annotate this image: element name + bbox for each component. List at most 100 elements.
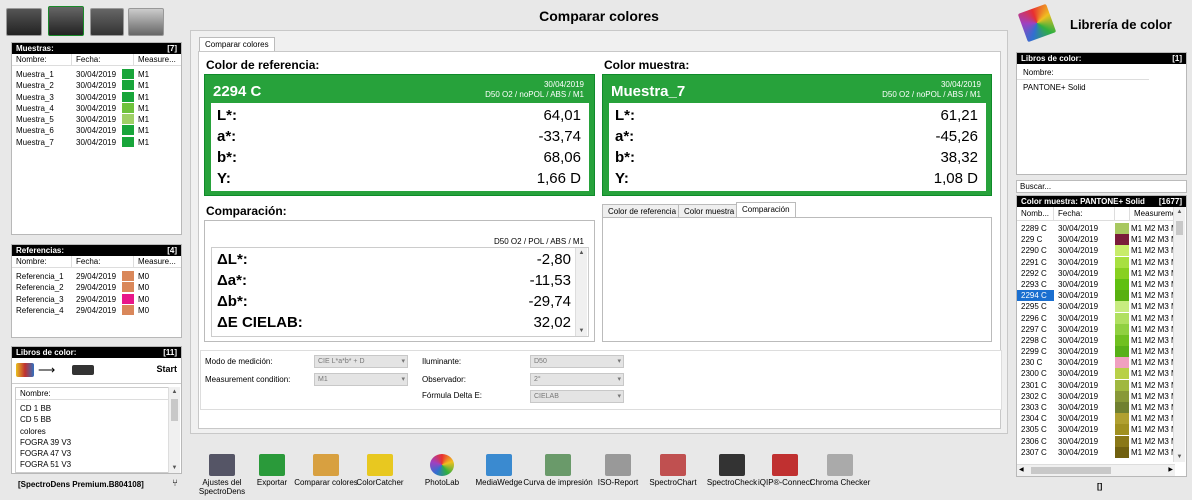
libro-item[interactable]: CD 5 BB (16, 414, 172, 425)
pantone-scrollbar[interactable]: ▲ ▼ (1173, 207, 1185, 462)
tab-comparar-colores[interactable]: Comparar colores (199, 37, 275, 51)
pantone-row[interactable]: 2294 C 30/04/2019 M1 M2 M3 M0 (1017, 290, 1186, 302)
pantone-row[interactable]: 2296 C 30/04/2019 M1 M2 M3 M0 (1017, 312, 1186, 324)
libros-right-header[interactable]: Nombre: (1017, 66, 1149, 80)
color-swatch (1115, 323, 1129, 335)
muestra-row[interactable]: Muestra_6 30/04/2019 M1 (12, 125, 181, 136)
ref-section-title: Color de referencia: (206, 58, 320, 72)
cell-measure: M0 (138, 272, 150, 281)
pantone-hscrollbar[interactable]: ◀ ▶ (1017, 464, 1175, 476)
chroma-checker-button[interactable]: Chroma Checker (805, 454, 875, 487)
libros-left-header[interactable]: Nombre: (16, 388, 172, 400)
muestra-row[interactable]: Muestra_7 30/04/2019 M1 (12, 136, 181, 148)
pantone-row[interactable]: 2300 C 30/04/2019 M1 M2 M3 M0 (1017, 368, 1186, 380)
device-icon-3[interactable] (90, 8, 124, 36)
start-button[interactable]: Start (156, 364, 177, 374)
cell-name: 2304 C (1021, 414, 1047, 424)
value-number: -45,26 (935, 128, 978, 145)
device-icon-2[interactable] (48, 6, 84, 36)
cell-date: 30/04/2019 (1058, 257, 1099, 267)
libro-item[interactable]: colores (16, 426, 172, 437)
col-fecha[interactable]: Fecha: (1054, 207, 1115, 220)
cell-date: 29/04/2019 (76, 272, 117, 281)
obs-select[interactable]: 2° (530, 373, 624, 386)
pantone-row[interactable]: 2298 C 30/04/2019 M1 M2 M3 M0 (1017, 334, 1186, 346)
mediawedge-label: MediaWedge (475, 478, 523, 487)
libros-left-scrollbar[interactable]: ▲ ▼ (168, 387, 180, 473)
spectrochart-icon (660, 454, 686, 476)
muestra-row[interactable]: Muestra_5 30/04/2019 M1 (12, 114, 181, 125)
libro-item[interactable]: PANTONE+ Solid (1017, 82, 1186, 93)
pantone-row[interactable]: 2295 C 30/04/2019 M1 M2 M3 M0 (1017, 301, 1186, 313)
subtab-comparacion[interactable]: Comparación (736, 202, 796, 218)
libro-item[interactable]: FOGRA 39 V3 (16, 437, 172, 448)
chroma-checker-label: Chroma Checker (809, 478, 871, 487)
pantone-row[interactable]: 2297 C 30/04/2019 M1 M2 M3 M0 (1017, 323, 1186, 335)
col-measure[interactable]: Measure... (134, 54, 181, 65)
pantone-row[interactable]: 2302 C 30/04/2019 M1 M2 M3 M0 (1017, 390, 1186, 402)
libros-right-label: Libros de color: (1021, 54, 1082, 63)
subtab-color-muestra[interactable]: Color muestra (678, 204, 741, 218)
col-nombre[interactable]: Nombre: (12, 54, 72, 65)
pantone-row[interactable]: 2290 C 30/04/2019 M1 M2 M3 M0 (1017, 245, 1186, 257)
muestra-row[interactable]: Muestra_1 30/04/2019 M1 (12, 69, 181, 80)
col-fecha[interactable]: Fecha: (72, 54, 134, 65)
subtab-color-referencia[interactable]: Color de referencia (602, 204, 683, 218)
cell-name: 230 C (1021, 358, 1043, 368)
muestra-row[interactable]: Muestra_3 30/04/2019 M1 (12, 91, 181, 103)
cell-name: 2307 C (1021, 447, 1047, 457)
ilum-select[interactable]: D50 (530, 355, 624, 368)
cell-date: 30/04/2019 (1058, 436, 1099, 446)
pantone-row[interactable]: 2289 C 30/04/2019 M1 M2 M3 M0 (1017, 223, 1186, 234)
col-nombre[interactable]: Nombre: (12, 256, 72, 267)
pantone-row[interactable]: 229 C 30/04/2019 M1 M2 M3 M0 (1017, 234, 1186, 246)
col-measure[interactable]: Measurement c (1130, 207, 1175, 220)
col-fecha[interactable]: Fecha: (72, 256, 134, 267)
cell-name: 2297 C (1021, 324, 1047, 334)
pantone-row[interactable]: 2293 C 30/04/2019 M1 M2 M3 M0 (1017, 278, 1186, 290)
libro-item[interactable]: FOGRA 47 V3 (16, 448, 172, 459)
pantone-row[interactable]: 2305 C 30/04/2019 M1 M2 M3 M0 (1017, 424, 1186, 436)
pantone-row[interactable]: 2299 C 30/04/2019 M1 M2 M3 M0 (1017, 346, 1186, 358)
cell-name: 2306 C (1021, 436, 1047, 446)
search-input[interactable]: Buscar... (1016, 180, 1187, 193)
pantone-row[interactable]: 2292 C 30/04/2019 M1 M2 M3 M0 (1017, 267, 1186, 279)
referencia-row[interactable]: Referencia_1 29/04/2019 M0 (12, 271, 181, 282)
libro-item[interactable]: FOGRA 51 V3 (16, 459, 172, 470)
pantone-row[interactable]: 2306 C 30/04/2019 M1 M2 M3 M0 (1017, 435, 1186, 447)
referencia-row[interactable]: Referencia_2 29/04/2019 M0 (12, 282, 181, 293)
pantone-row[interactable]: 2307 C 30/04/2019 M1 M2 M3 M0 (1017, 446, 1186, 458)
modo-select[interactable]: CIE L*a*b* + D (314, 355, 408, 368)
cell-name: Referencia_1 (16, 272, 64, 281)
pantone-row[interactable]: 230 C 30/04/2019 M1 M2 M3 M0 (1017, 357, 1186, 369)
cell-date: 30/04/2019 (1058, 380, 1099, 390)
pantone-row[interactable]: 2304 C 30/04/2019 M1 M2 M3 M0 (1017, 413, 1186, 425)
cell-name: 2300 C (1021, 369, 1047, 379)
colorcatcher-button[interactable]: ColorCatcher (345, 454, 415, 487)
colorcatcher-icon (367, 454, 393, 476)
muestra-row[interactable]: Muestra_2 30/04/2019 M1 (12, 80, 181, 91)
referencia-row[interactable]: Referencia_3 29/04/2019 M0 (12, 293, 181, 305)
pantone-header: Nomb... Fecha: Measurement c (1017, 207, 1175, 221)
pantone-row[interactable]: 2301 C 30/04/2019 M1 M2 M3 M0 (1017, 379, 1186, 391)
libros-left-label: Libros de color: (16, 348, 77, 357)
muestra-row[interactable]: Muestra_4 30/04/2019 M1 (12, 102, 181, 114)
libro-item[interactable]: CD 1 BB (16, 403, 172, 414)
cell-measure: M1 (138, 115, 150, 125)
referencia-row[interactable]: Referencia_4 29/04/2019 M0 (12, 304, 181, 316)
cell-date: 30/04/2019 (1058, 268, 1099, 278)
settings-icon (209, 454, 235, 476)
device-icon-4[interactable] (128, 8, 164, 36)
device-icon-1[interactable] (6, 8, 42, 36)
col-measure[interactable]: Measure... (134, 256, 181, 267)
start-row[interactable]: ⟶ Start (12, 358, 181, 384)
delta-select[interactable]: CIELAB (530, 390, 624, 403)
cell-measure: M1 M2 M3 M0 (1131, 436, 1175, 446)
pantone-row[interactable]: 2303 C 30/04/2019 M1 M2 M3 M0 (1017, 402, 1186, 413)
iso-report-icon (605, 454, 631, 476)
cell-date: 29/04/2019 (76, 305, 117, 315)
comp-scrollbar[interactable]: ▲ ▼ (575, 248, 587, 336)
cond-select[interactable]: M1 (314, 373, 408, 386)
pantone-row[interactable]: 2291 C 30/04/2019 M1 M2 M3 M0 (1017, 256, 1186, 268)
col-nombre[interactable]: Nomb... (1017, 207, 1054, 220)
